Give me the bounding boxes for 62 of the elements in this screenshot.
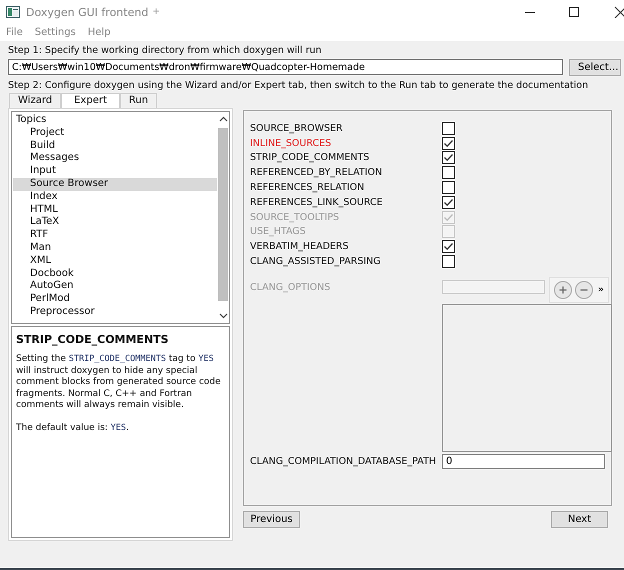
tree-item[interactable]: RTF: [13, 229, 217, 242]
plus-icon[interactable]: [554, 280, 572, 299]
text-field[interactable]: 0: [442, 454, 605, 469]
modified-marker: +: [152, 7, 160, 17]
step-label: Step 1: Specify the working directory from which doxygen will run: [8, 45, 323, 56]
checkbox[interactable]: [442, 240, 455, 254]
setting-label: REFERENCED_BY_RELATION: [250, 167, 384, 178]
help-title: STRIP_CODE_COMMENTS: [16, 333, 170, 346]
minus-icon[interactable]: [575, 280, 593, 299]
setting-label: USE_HTAGS: [250, 226, 307, 238]
checkbox[interactable]: [442, 151, 455, 164]
previous-button[interactable]: Previous: [243, 511, 300, 528]
tree-item[interactable]: PerlMod: [13, 293, 217, 306]
setting-label: REFERENCES_LINK_SOURCE: [250, 196, 384, 208]
setting-label: SOURCE_TOOLTIPS: [250, 212, 340, 223]
tree-item[interactable]: Topics: [12, 114, 217, 127]
menu-item[interactable]: Settings: [34, 27, 76, 38]
scroll-down-icon[interactable]: [218, 313, 228, 319]
tree-item[interactable]: XML: [13, 254, 217, 268]
setting-label: STRIP_CODE_COMMENTS: [250, 152, 370, 164]
setting-label: CLANG_OPTIONS: [250, 282, 332, 293]
maximize-icon[interactable]: [568, 6, 580, 18]
tree-item[interactable]: AutoGen: [13, 280, 217, 294]
setting-label: INLINE_SOURCES: [250, 138, 332, 149]
tree-item[interactable]: Man: [13, 242, 217, 255]
setting-label: REFERENCES_RELATION: [250, 182, 366, 194]
setting-label: CLANG_ASSISTED_PARSING: [250, 256, 382, 268]
scroll-up-icon[interactable]: [218, 116, 228, 122]
tree-item[interactable]: Preprocessor: [13, 306, 217, 319]
tree-item[interactable]: Index: [13, 190, 217, 204]
next-button[interactable]: Next: [551, 511, 608, 528]
select-button[interactable]: Select...: [569, 59, 621, 76]
setting-label: VERBATIM_HEADERS: [250, 241, 350, 252]
setting-label: SOURCE_BROWSER: [250, 122, 344, 134]
help-text: The default value is: YES.: [16, 422, 130, 434]
tree-item[interactable]: Project: [13, 126, 217, 140]
checkbox[interactable]: [442, 181, 455, 194]
tab[interactable]: Expert: [61, 93, 120, 108]
window-title: Doxygen GUI frontend: [26, 6, 148, 18]
menu-item[interactable]: Help: [88, 27, 111, 38]
tree-item[interactable]: Input: [13, 165, 217, 178]
app-icon: [6, 6, 20, 18]
scrollbar-thumb[interactable]: [218, 128, 228, 301]
checkbox[interactable]: [442, 122, 455, 135]
path-field[interactable]: C:₩Users₩win10₩Documents₩dron₩firmware₩Quadcopter-Homemade: [8, 59, 563, 75]
tree-item[interactable]: Docbook: [13, 268, 217, 280]
tree-item[interactable]: Source Browser: [13, 178, 217, 191]
checkbox[interactable]: [442, 196, 455, 209]
tab[interactable]: Wizard: [9, 93, 62, 108]
step-label: Step 2: Configure doxygen using the Wizard and/or Expert tab, then switch to the Run tab to generate the documentation: [8, 80, 590, 91]
close-icon[interactable]: [614, 6, 624, 18]
checkbox[interactable]: [442, 136, 455, 150]
setting-label: CLANG_COMPILATION_DATABASE_PATH: [250, 456, 438, 467]
tree-item[interactable]: HTML: [13, 204, 217, 216]
tree-item[interactable]: Build: [13, 140, 217, 152]
tree-item[interactable]: Messages: [13, 152, 217, 166]
tab[interactable]: Run: [120, 93, 158, 108]
checkbox[interactable]: [442, 166, 455, 180]
help-text: Setting the STRIP_CODE_COMMENTS tag to YES will instruct doxygen to hide any special comment blocks from generated source code fragments. Normal C, C++ and Fortran comments will always remain visible.: [16, 354, 222, 412]
tree-item[interactable]: LaTeX: [13, 216, 217, 230]
menu-item[interactable]: File: [6, 27, 23, 38]
checkbox[interactable]: [442, 255, 455, 268]
